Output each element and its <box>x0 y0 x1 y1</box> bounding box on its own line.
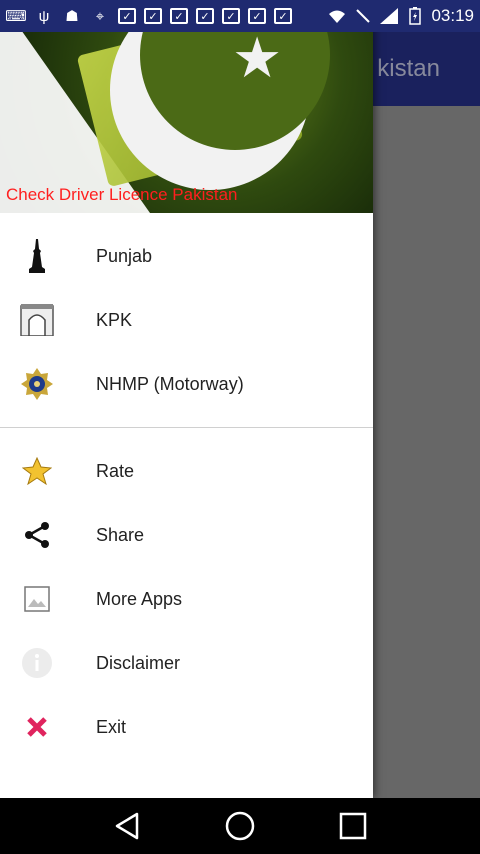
menu-item-label: KPK <box>96 309 133 330</box>
gate-icon <box>20 303 54 337</box>
menu-item-kpk[interactable]: KPK <box>0 288 373 352</box>
wifi-icon <box>327 7 347 25</box>
menu-item-label: Disclaimer <box>96 652 181 673</box>
minar-icon <box>20 239 54 273</box>
check-box-icon: ✓ <box>118 8 136 24</box>
menu-item-label: More Apps <box>96 588 183 609</box>
info-icon <box>20 646 54 680</box>
menu-item-label: Share <box>96 524 145 545</box>
menu-item-share[interactable]: Share <box>0 503 373 567</box>
map-icon: ⌖ <box>95 7 105 25</box>
check-box-icon: ✓ <box>196 8 214 24</box>
menu-item-label: NHMP (Motorway) <box>96 373 244 394</box>
clock: 03:19 <box>431 6 474 25</box>
drawer-divider <box>0 427 373 428</box>
menu-item-nhmp[interactable]: NHMP (Motorway) <box>0 352 373 416</box>
android-icon: ☗ <box>65 8 79 25</box>
menu-item-rate[interactable]: Rate <box>0 439 373 503</box>
no-signal-icon <box>353 7 373 25</box>
close-icon <box>20 710 54 744</box>
drawer-scrim[interactable] <box>373 32 480 798</box>
system-nav-bar <box>0 798 480 854</box>
navigation-drawer: ★ Check Driver Licence Pakistan Punjab K… <box>0 0 373 798</box>
menu-item-exit[interactable]: Exit <box>0 695 373 759</box>
battery-icon <box>405 7 425 25</box>
menu-item-more-apps[interactable]: More Apps <box>0 567 373 631</box>
image-icon <box>20 582 54 616</box>
menu-item-punjab[interactable]: Punjab <box>0 224 373 288</box>
menu-item-label: Rate <box>96 460 135 481</box>
menu-item-label: Punjab <box>96 245 153 266</box>
drawer-menu: Punjab KPK NHMP (Motorway) Rate Share Mo… <box>0 224 373 759</box>
check-box-icon: ✓ <box>274 8 292 24</box>
check-box-icon: ✓ <box>144 8 162 24</box>
drawer-header-title: Check Driver Licence Pakistan <box>6 185 238 204</box>
share-icon <box>20 518 54 552</box>
recents-button[interactable] <box>333 806 373 846</box>
keyboard-icon: ⌨ <box>5 8 27 25</box>
home-button[interactable] <box>220 806 260 846</box>
menu-item-disclaimer[interactable]: Disclaimer <box>0 631 373 695</box>
star-icon <box>20 454 54 488</box>
badge-icon <box>20 367 54 401</box>
check-box-icon: ✓ <box>222 8 240 24</box>
usb-icon: ψ <box>38 7 50 25</box>
signal-icon <box>379 7 399 25</box>
back-button[interactable] <box>107 806 147 846</box>
status-bar: ⌨ ψ ☗ ⌖ ✓ ✓ ✓ ✓ ✓ ✓ ✓ 03:19 <box>0 0 480 32</box>
menu-item-label: Exit <box>96 716 127 737</box>
check-box-icon: ✓ <box>170 8 188 24</box>
check-box-icon: ✓ <box>248 8 266 24</box>
star-shape: ★ <box>232 26 283 89</box>
